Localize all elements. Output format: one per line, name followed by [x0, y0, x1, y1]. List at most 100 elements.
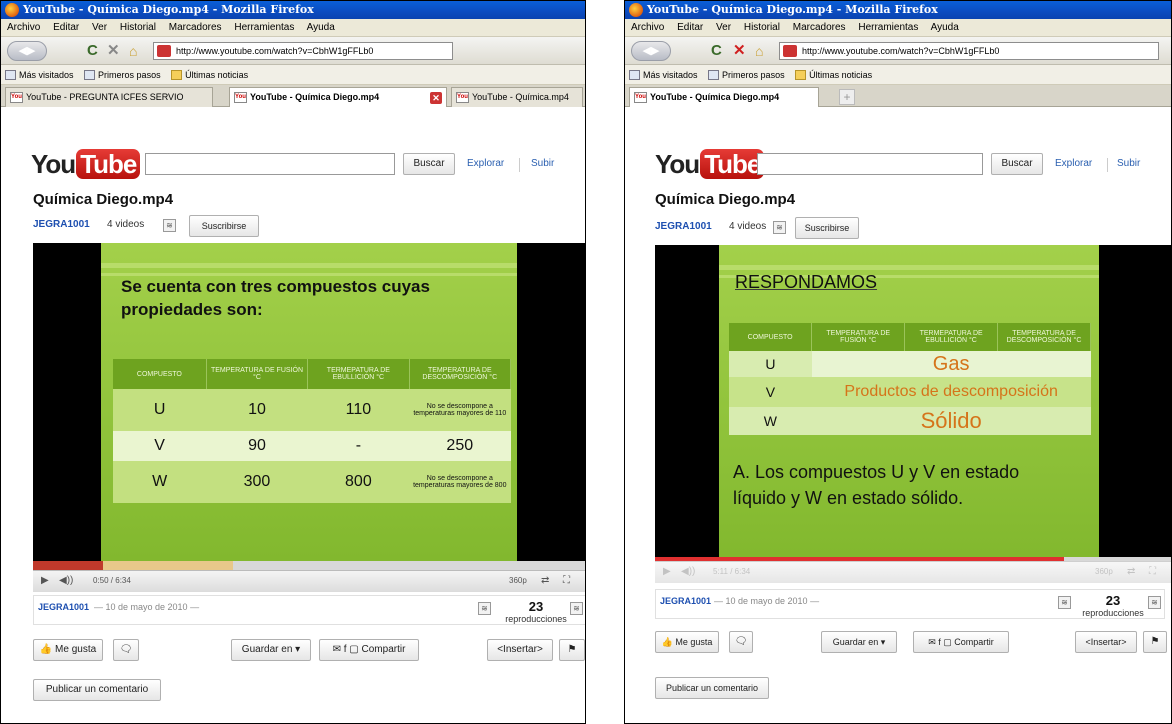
tab-quimica[interactable]: You YouTube - Química.mp4 [451, 87, 583, 107]
page-icon [84, 70, 96, 80]
cell-state-gas: Gas [811, 351, 1091, 377]
back-forward-buttons[interactable]: ◀▶ [631, 41, 671, 61]
views-label: reproducciones [1082, 608, 1144, 618]
video-player[interactable]: RESPONDAMOS COMPUESTO TEMPERATURA DE FUS… [655, 245, 1171, 557]
quality-selector[interactable]: 360p [1095, 562, 1113, 582]
menu-ver[interactable]: Ver [92, 22, 107, 33]
cell-boiling: 110 [345, 401, 372, 418]
search-button[interactable]: Buscar [403, 153, 455, 175]
back-icon[interactable]: ◀ [19, 45, 27, 57]
menu-marcadores[interactable]: Marcadores [169, 22, 222, 33]
youtube-logo[interactable]: You Tube [655, 149, 765, 179]
stats-icon[interactable]: ≋ [1148, 596, 1161, 609]
window-titlebar: YouTube - Química Diego.mp4 - Mozilla Fi… [625, 1, 1171, 19]
subscribe-button[interactable]: Suscribirse [189, 215, 259, 237]
expand-info-icon[interactable]: ≋ [1058, 596, 1071, 609]
flag-button[interactable]: ⚑ [1143, 631, 1167, 653]
bookmark-latest-news[interactable]: Últimas noticias [171, 65, 248, 85]
reload-icon[interactable]: C [87, 42, 98, 60]
volume-icon[interactable]: ◀)) [59, 571, 73, 591]
fullscreen-icon[interactable]: ⛶ [1149, 562, 1156, 582]
menu-ver[interactable]: Ver [716, 22, 731, 33]
bookmark-first-steps[interactable]: Primeros pasos [84, 65, 161, 85]
folder-icon [171, 70, 183, 80]
play-icon[interactable]: ▶ [663, 562, 671, 582]
tab-pregunta-icfes[interactable]: You YouTube - PREGUNTA ICFES SERVIO [5, 87, 213, 107]
menu-herramientas[interactable]: Herramientas [234, 22, 294, 33]
menu-herramientas[interactable]: Herramientas [858, 22, 918, 33]
quality-selector[interactable]: 360p [509, 571, 527, 591]
expand-videos-icon[interactable]: ≋ [163, 219, 176, 232]
forward-icon[interactable]: ▶ [651, 45, 659, 57]
stop-icon[interactable]: ✕ [107, 42, 120, 60]
back-forward-buttons[interactable]: ◀▶ [7, 41, 47, 61]
search-input[interactable] [145, 153, 395, 175]
share-button[interactable]: ✉ f ▢ Compartir [319, 639, 419, 661]
upload-link[interactable]: Subir [1117, 154, 1140, 174]
popout-icon[interactable]: ⇄ [1127, 562, 1135, 582]
reload-icon[interactable]: C [711, 42, 722, 60]
search-button[interactable]: Buscar [991, 153, 1043, 175]
post-comment-button[interactable]: Publicar un comentario [655, 677, 769, 699]
menu-historial[interactable]: Historial [120, 22, 156, 33]
tab-quimica-diego[interactable]: You YouTube - Química Diego.mp4 [629, 87, 819, 107]
tab-quimica-diego[interactable]: You YouTube - Química Diego.mp4 ✕ [229, 87, 447, 107]
explore-link[interactable]: Explorar [467, 154, 504, 174]
subscribe-button[interactable]: Suscribirse [795, 217, 859, 239]
seek-played [33, 561, 104, 570]
embed-button[interactable]: <Insertar> [487, 639, 553, 661]
bookmark-most-visited[interactable]: Más visitados [5, 65, 74, 85]
like-button[interactable]: 👍 Me gusta [655, 631, 719, 653]
search-input[interactable] [757, 153, 983, 175]
menu-editar[interactable]: Editar [53, 22, 79, 33]
back-icon[interactable]: ◀ [643, 45, 651, 57]
dislike-button[interactable]: 🗨 [729, 631, 753, 653]
save-to-button[interactable]: Guardar en ▾ [821, 631, 897, 653]
header-descomposicion: TEMPERATURA DE DESCOMPOSICIÓN °C [409, 359, 512, 389]
fullscreen-icon[interactable]: ⛶ [563, 571, 570, 591]
channel-link[interactable]: JEGRA1001 [33, 219, 90, 230]
bookmark-latest-news[interactable]: Últimas noticias [795, 65, 872, 85]
post-comment-button[interactable]: Publicar un comentario [33, 679, 161, 701]
play-icon[interactable]: ▶ [41, 571, 49, 591]
close-tab-icon[interactable]: ✕ [430, 92, 442, 104]
popout-icon[interactable]: ⇄ [541, 571, 549, 591]
embed-button[interactable]: <Insertar> [1075, 631, 1137, 653]
explore-link[interactable]: Explorar [1055, 154, 1092, 174]
expand-info-icon[interactable]: ≋ [478, 602, 491, 615]
seek-bar[interactable] [33, 561, 585, 570]
header-ebullicion: TERMEPATURA DE EBULLICIÓN °C [307, 359, 410, 389]
new-tab-button[interactable]: + [839, 89, 855, 105]
menu-historial[interactable]: Historial [744, 22, 780, 33]
uploader-link[interactable]: JEGRA1001 [38, 602, 89, 612]
stop-icon[interactable]: ✕ [733, 42, 746, 60]
menu-archivo[interactable]: Archivo [631, 22, 664, 33]
menu-ayuda[interactable]: Ayuda [307, 22, 335, 33]
forward-icon[interactable]: ▶ [27, 45, 35, 57]
flag-button[interactable]: ⚑ [559, 639, 585, 661]
share-button[interactable]: ✉ f ▢ Compartir [913, 631, 1009, 653]
menu-editar[interactable]: Editar [677, 22, 703, 33]
thumbs-down-icon: 🗨 [734, 636, 748, 647]
youtube-logo[interactable]: You Tube [31, 149, 141, 179]
save-to-button[interactable]: Guardar en ▾ [231, 639, 311, 661]
bookmark-most-visited[interactable]: Más visitados [629, 65, 698, 85]
uploader-link[interactable]: JEGRA1001 [660, 596, 711, 606]
home-icon[interactable]: ⌂ [129, 42, 137, 60]
stats-icon[interactable]: ≋ [570, 602, 583, 615]
video-player[interactable]: Se cuenta con tres compuestos cuyas prop… [33, 243, 585, 561]
video-info: JEGRA1001 — 10 de mayo de 2010 — ≋ 23 rep… [33, 595, 585, 625]
menu-ayuda[interactable]: Ayuda [931, 22, 959, 33]
menu-marcadores[interactable]: Marcadores [793, 22, 846, 33]
menu-archivo[interactable]: Archivo [7, 22, 40, 33]
upload-link[interactable]: Subir [531, 154, 554, 174]
expand-videos-icon[interactable]: ≋ [773, 221, 786, 234]
bookmark-first-steps[interactable]: Primeros pasos [708, 65, 785, 85]
volume-icon[interactable]: ◀)) [681, 562, 695, 582]
url-bar[interactable]: http://www.youtube.com/watch?v=CbhW1gFFL… [779, 42, 1159, 60]
channel-link[interactable]: JEGRA1001 [655, 221, 712, 232]
like-button[interactable]: 👍 Me gusta [33, 639, 103, 661]
url-bar[interactable]: http://www.youtube.com/watch?v=CbhW1gFFL… [153, 42, 453, 60]
home-icon[interactable]: ⌂ [755, 42, 763, 60]
dislike-button[interactable]: 🗨 [113, 639, 139, 661]
